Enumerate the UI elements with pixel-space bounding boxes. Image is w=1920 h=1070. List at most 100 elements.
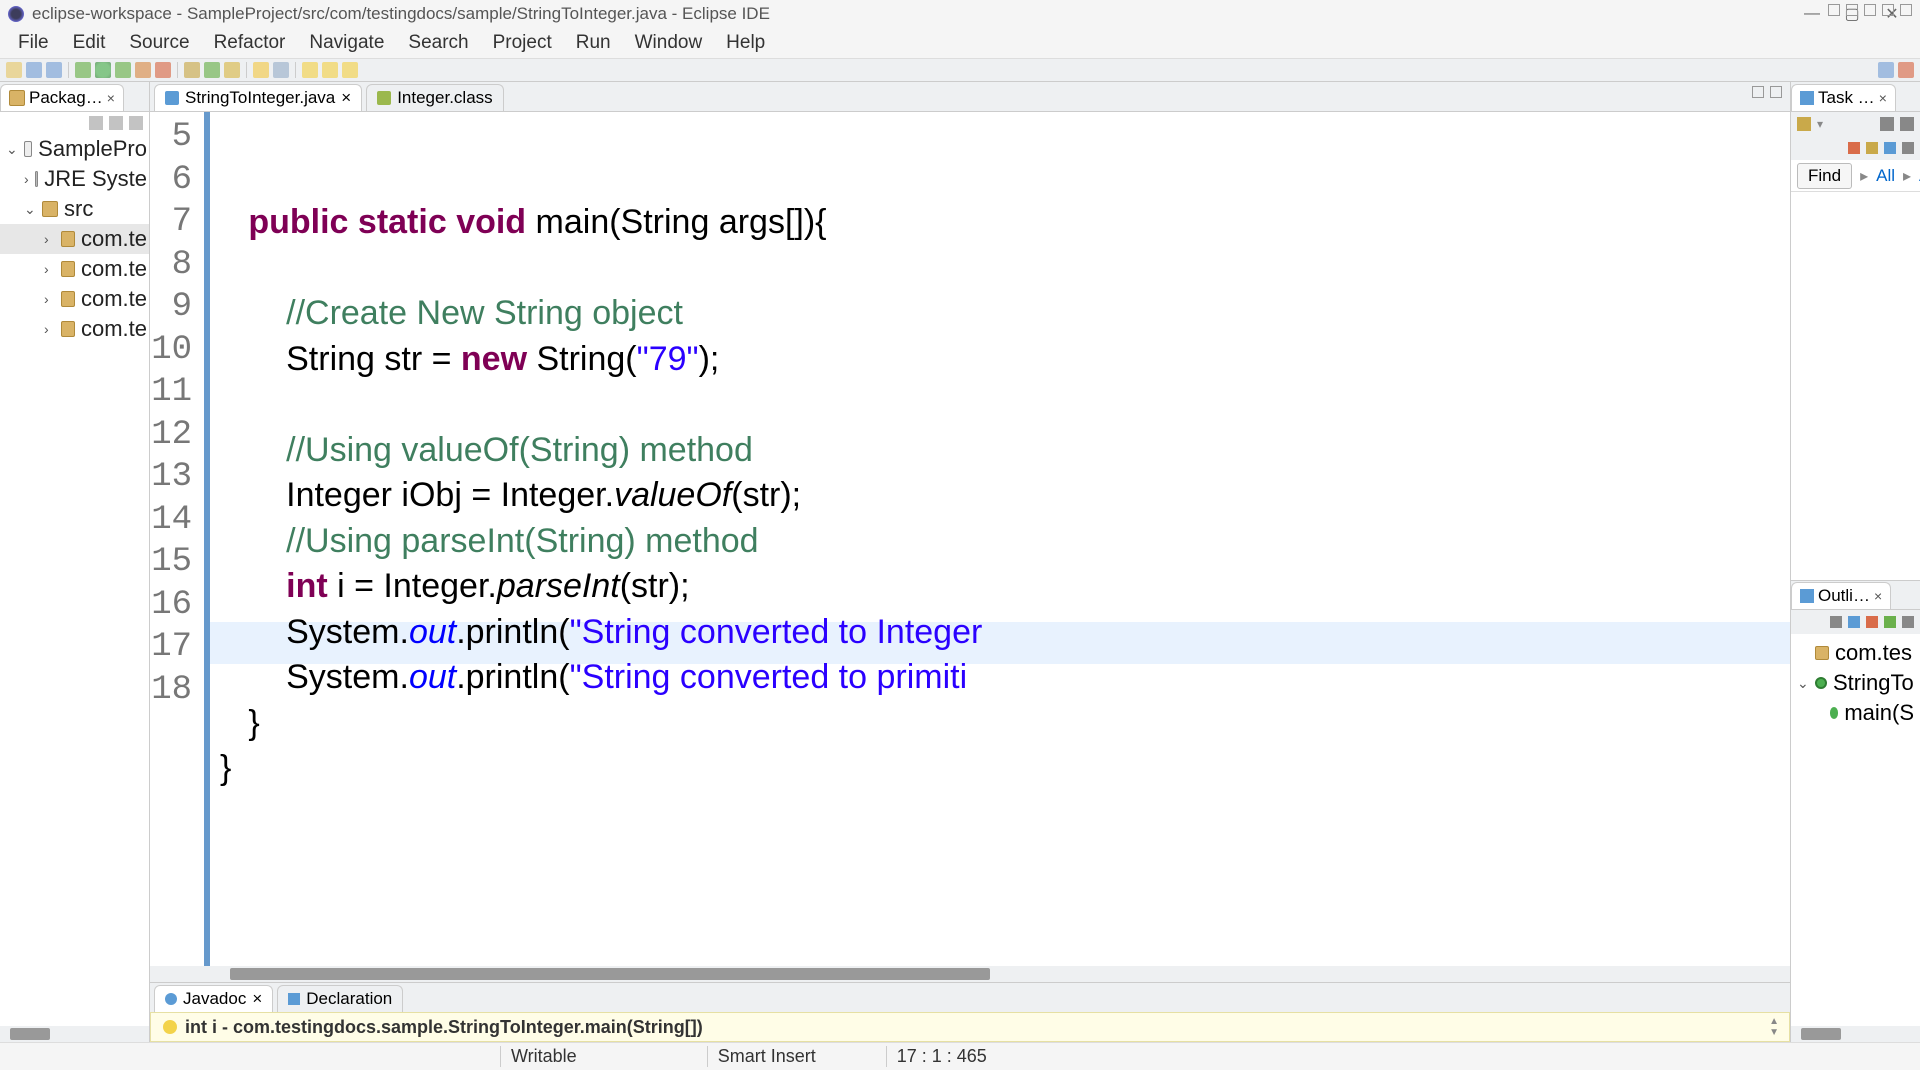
twisty-closed-icon[interactable]: › bbox=[44, 321, 55, 337]
outline-hscroll[interactable] bbox=[1791, 1026, 1920, 1042]
package-explorer-tree[interactable]: ⌄ SamplePro › JRE Syste ⌄ src › com.te › bbox=[0, 134, 149, 1026]
menu-search[interactable]: Search bbox=[396, 30, 480, 56]
package-node[interactable]: › com.te bbox=[0, 314, 149, 344]
link-editor-icon[interactable] bbox=[109, 116, 123, 130]
nav-fwd-icon[interactable] bbox=[322, 62, 338, 78]
collapse-all-icon[interactable] bbox=[89, 116, 103, 130]
src-node[interactable]: ⌄ src bbox=[0, 194, 149, 224]
nav-icon[interactable] bbox=[1846, 4, 1858, 16]
nav-icon[interactable] bbox=[1828, 4, 1840, 16]
project-node[interactable]: ⌄ SamplePro bbox=[0, 134, 149, 164]
editor-tab-inactive[interactable]: Integer.class bbox=[366, 84, 503, 111]
external-tools-icon[interactable] bbox=[155, 62, 171, 78]
menu-window[interactable]: Window bbox=[623, 30, 715, 56]
statusbar: Writable Smart Insert 17 : 1 : 465 bbox=[0, 1042, 1920, 1070]
new-icon[interactable] bbox=[6, 62, 22, 78]
twisty-open-icon[interactable]: ⌄ bbox=[1797, 675, 1809, 692]
menu-edit[interactable]: Edit bbox=[61, 30, 118, 56]
view-menu-icon[interactable] bbox=[1900, 117, 1914, 131]
editor-tab-active[interactable]: StringToInteger.java × bbox=[154, 84, 362, 111]
categorize-icon[interactable] bbox=[1880, 117, 1894, 131]
sort-icon[interactable] bbox=[1830, 616, 1842, 628]
minimize-button[interactable]: — bbox=[1792, 5, 1832, 23]
method-icon bbox=[1830, 707, 1839, 719]
hide-local-icon[interactable] bbox=[1902, 616, 1914, 628]
package-node[interactable]: › com.te bbox=[0, 284, 149, 314]
run-last-icon[interactable] bbox=[135, 62, 151, 78]
save-all-icon[interactable] bbox=[46, 62, 62, 78]
window-title: eclipse-workspace - SampleProject/src/co… bbox=[32, 4, 770, 24]
twisty-open-icon[interactable]: ⌄ bbox=[6, 141, 18, 158]
new-class-icon[interactable] bbox=[204, 62, 220, 78]
outline-tree[interactable]: com.tes ⌄ StringTo main(S bbox=[1791, 634, 1920, 1026]
menu-refactor[interactable]: Refactor bbox=[202, 30, 298, 56]
outline-method-node[interactable]: main(S bbox=[1791, 698, 1920, 728]
declaration-tab[interactable]: Declaration bbox=[277, 985, 403, 1012]
menu-project[interactable]: Project bbox=[481, 30, 564, 56]
project-icon bbox=[24, 141, 32, 157]
close-icon[interactable]: × bbox=[1874, 588, 1882, 604]
menu-help[interactable]: Help bbox=[714, 30, 777, 56]
twisty-open-icon[interactable]: ⌄ bbox=[24, 201, 36, 218]
status-insert: Smart Insert bbox=[707, 1046, 826, 1067]
filter-icon[interactable] bbox=[1884, 142, 1896, 154]
coverage-icon[interactable] bbox=[115, 62, 131, 78]
perspective-java-icon[interactable] bbox=[1878, 62, 1894, 78]
filter-icon[interactable] bbox=[1848, 142, 1860, 154]
run-icon[interactable] bbox=[95, 62, 111, 78]
jre-node[interactable]: › JRE Syste bbox=[0, 164, 149, 194]
editor-hscroll[interactable] bbox=[150, 966, 1790, 982]
hide-nonpublic-icon[interactable] bbox=[1884, 616, 1896, 628]
nav-last-edit-icon[interactable] bbox=[342, 62, 358, 78]
new-task-icon[interactable] bbox=[1797, 117, 1811, 131]
twisty-closed-icon[interactable]: › bbox=[24, 171, 29, 187]
search-icon[interactable] bbox=[253, 62, 269, 78]
javadoc-tab[interactable]: Javadoc × bbox=[154, 985, 273, 1012]
close-icon[interactable]: × bbox=[252, 989, 262, 1009]
hide-static-icon[interactable] bbox=[1866, 616, 1878, 628]
close-icon[interactable]: × bbox=[341, 88, 351, 108]
menu-navigate[interactable]: Navigate bbox=[297, 30, 396, 56]
annotation-icon[interactable] bbox=[273, 62, 289, 78]
task-list-tab[interactable]: Task … × bbox=[1791, 84, 1896, 111]
filter-icon[interactable] bbox=[1902, 142, 1914, 154]
perspective-debug-icon[interactable] bbox=[1898, 62, 1914, 78]
menu-run[interactable]: Run bbox=[564, 30, 623, 56]
minimize-view-icon[interactable] bbox=[1882, 4, 1894, 16]
outline-tab[interactable]: Outli… × bbox=[1791, 582, 1891, 609]
save-icon[interactable] bbox=[26, 62, 42, 78]
outline-package-node[interactable]: com.tes bbox=[1791, 638, 1920, 668]
all-link[interactable]: All bbox=[1876, 166, 1895, 186]
editor-area[interactable]: 5 6 7 8 9 10 11 12 13 14 15 16 17 18 pub… bbox=[150, 112, 1790, 966]
code-area[interactable]: public static void main(String args[]){ … bbox=[210, 112, 1790, 966]
menu-source[interactable]: Source bbox=[117, 30, 201, 56]
outline-package-label: com.tes bbox=[1835, 640, 1912, 666]
find-button[interactable]: Find bbox=[1797, 163, 1852, 189]
maximize-editor-icon[interactable] bbox=[1770, 86, 1782, 98]
debug-icon[interactable] bbox=[75, 62, 91, 78]
close-icon[interactable]: × bbox=[107, 90, 115, 106]
menu-file[interactable]: File bbox=[6, 30, 61, 56]
hide-fields-icon[interactable] bbox=[1848, 616, 1860, 628]
twisty-closed-icon[interactable]: › bbox=[44, 231, 55, 247]
package-node[interactable]: › com.te bbox=[0, 254, 149, 284]
outline-class-node[interactable]: ⌄ StringTo bbox=[1791, 668, 1920, 698]
maximize-view-icon[interactable] bbox=[1900, 4, 1912, 16]
view-menu-icon[interactable] bbox=[1864, 4, 1876, 16]
package-explorer-tab[interactable]: Packag… × bbox=[0, 84, 124, 111]
nav-back-icon[interactable] bbox=[302, 62, 318, 78]
twisty-closed-icon[interactable]: › bbox=[44, 291, 55, 307]
package-node[interactable]: › com.te bbox=[0, 224, 149, 254]
package-explorer-hscroll[interactable] bbox=[0, 1026, 149, 1042]
outline-class-label: StringTo bbox=[1833, 670, 1914, 696]
twisty-closed-icon[interactable]: › bbox=[44, 261, 55, 277]
scroll-arrows-icon[interactable]: ▲▼ bbox=[1769, 1016, 1779, 1038]
package-icon bbox=[1815, 646, 1829, 660]
close-icon[interactable]: × bbox=[1879, 90, 1887, 106]
filter-icon[interactable] bbox=[1866, 142, 1878, 154]
minimize-editor-icon[interactable] bbox=[1752, 86, 1764, 98]
open-type-icon[interactable] bbox=[224, 62, 240, 78]
view-menu-icon[interactable] bbox=[129, 116, 143, 130]
titlebar: eclipse-workspace - SampleProject/src/co… bbox=[0, 0, 1920, 28]
new-package-icon[interactable] bbox=[184, 62, 200, 78]
